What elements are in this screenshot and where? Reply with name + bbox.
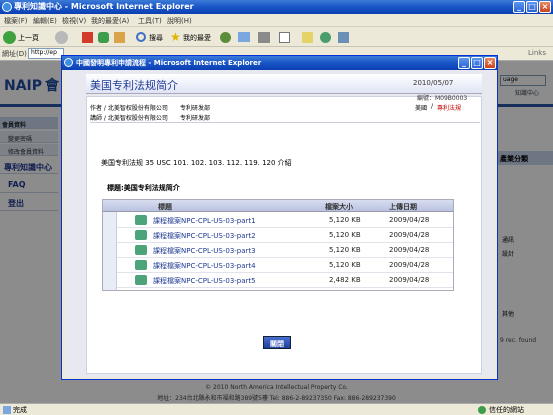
close-button-label: 關閉: [270, 340, 284, 348]
zone-text: 信任的網站: [489, 406, 524, 414]
refresh-icon[interactable]: [98, 32, 109, 43]
divider: [90, 122, 480, 123]
file-icon: [135, 260, 147, 270]
status-text: 完成: [13, 406, 27, 414]
table-left-gutter: [103, 212, 117, 290]
file-size: 5,120 KB: [329, 231, 361, 239]
status-bar: 完成 信任的網站: [0, 403, 553, 415]
links-label[interactable]: Links: [528, 49, 546, 57]
course-code-label: 編號：M09B0003: [417, 95, 468, 102]
popup-title: 中國發明專利申請流程 - Microsoft Internet Explorer: [76, 59, 262, 67]
course-title: 美国专利法规简介: [90, 79, 178, 92]
minimize-button[interactable]: _: [513, 1, 525, 13]
messenger-icon[interactable]: [320, 32, 331, 43]
file-size: 5,120 KB: [329, 261, 361, 269]
menu-bar: 檔案(F) 編輯(E) 檢視(V) 我的最愛(A) 工具(T) 說明(H): [0, 14, 553, 27]
print-icon[interactable]: [258, 32, 270, 43]
menu-help[interactable]: 說明(H): [167, 16, 192, 26]
file-table: 標題 檔案大小 上傳日期 課程檔案NPC-CPL-US-03-part1 5,1…: [102, 199, 454, 291]
discuss-icon[interactable]: [302, 32, 313, 43]
file-name[interactable]: 課程檔案NPC-CPL-US-03-part5: [153, 276, 256, 286]
file-date: 2009/04/28: [389, 276, 430, 284]
author-dept: 专利研发部: [180, 105, 211, 112]
address-input[interactable]: http://ep: [28, 48, 64, 59]
file-date: 2009/04/28: [389, 231, 430, 239]
category-link[interactable]: 專利法規: [437, 103, 461, 112]
file-name[interactable]: 課程檔案NPC-CPL-US-03-part4: [153, 261, 256, 271]
file-size: 2,482 KB: [329, 276, 361, 284]
file-icon: [135, 245, 147, 255]
author-label: 作者 / 北美智权股份有限公司: [90, 105, 168, 112]
file-name[interactable]: 課程檔案NPC-CPL-US-03-part3: [153, 246, 256, 256]
stop-icon[interactable]: [82, 32, 93, 43]
maximize-button[interactable]: □: [526, 1, 538, 13]
table-header: 標題 檔案大小 上傳日期: [103, 200, 453, 212]
close-button[interactable]: 關閉: [263, 336, 291, 349]
file-date: 2009/04/28: [389, 246, 430, 254]
table-row[interactable]: 課程檔案NPC-CPL-US-03-part1 5,120 KB 2009/04…: [117, 213, 453, 228]
table-title: 標題:美国专利法规简介: [107, 184, 180, 192]
home-icon[interactable]: [114, 32, 125, 43]
table-row[interactable]: 課程檔案NPC-CPL-US-03-part2 5,120 KB 2009/04…: [117, 228, 453, 243]
table-row[interactable]: 課程檔案NPC-CPL-US-03-part3 5,120 KB 2009/04…: [117, 243, 453, 258]
table-row[interactable]: 課程檔案NPC-CPL-US-03-part5 2,482 KB 2009/04…: [117, 273, 453, 288]
back-icon[interactable]: [3, 31, 16, 44]
file-name[interactable]: 課程檔案NPC-CPL-US-03-part1: [153, 216, 256, 226]
favorites-star-icon[interactable]: ★: [170, 30, 181, 44]
ie-icon: [64, 58, 73, 67]
popup-maximize-button[interactable]: □: [471, 57, 483, 69]
browser-toolbar: 上一頁 搜尋 ★ 我的最愛: [0, 27, 553, 47]
lecturer-dept: 专利研发部: [180, 115, 211, 122]
search-icon[interactable]: [136, 32, 146, 42]
file-icon: [135, 230, 147, 240]
browser-title: 專利知識中心 - Microsoft Internet Explorer: [14, 2, 194, 11]
favorites-label[interactable]: 我的最愛: [183, 33, 211, 43]
close-window-button[interactable]: ×: [539, 1, 551, 13]
file-size: 5,120 KB: [329, 246, 361, 254]
ie-icon: [2, 2, 12, 12]
file-icon: [135, 275, 147, 285]
mail-icon[interactable]: [238, 32, 250, 42]
edit-icon[interactable]: [279, 32, 290, 43]
search-label[interactable]: 搜尋: [149, 33, 163, 43]
col-header-title[interactable]: 標題: [158, 202, 172, 212]
menu-edit[interactable]: 編輯(E): [33, 16, 57, 26]
menu-tools[interactable]: 工具(T): [138, 16, 162, 26]
research-icon[interactable]: [338, 32, 349, 43]
table-row[interactable]: 課程檔案NPC-CPL-US-03-part4 5,120 KB 2009/04…: [117, 258, 453, 273]
lecturer-label: 講師 / 北美智权股份有限公司: [90, 115, 168, 122]
file-name[interactable]: 課程檔案NPC-CPL-US-03-part2: [153, 231, 256, 241]
file-size: 5,120 KB: [329, 216, 361, 224]
popup-title-bar: 中國發明專利申請流程 - Microsoft Internet Explorer…: [62, 56, 497, 70]
page-icon: [3, 406, 11, 414]
col-header-size[interactable]: 檔案大小: [325, 202, 353, 212]
file-date: 2009/04/28: [389, 216, 430, 224]
popup-window: 中國發明專利申請流程 - Microsoft Internet Explorer…: [61, 55, 498, 380]
history-icon[interactable]: [220, 32, 231, 43]
menu-file[interactable]: 檔案(F): [4, 16, 28, 26]
category-country: 美國: [415, 105, 428, 112]
category-sep: /: [431, 103, 434, 110]
table-rows: 課程檔案NPC-CPL-US-03-part1 5,120 KB 2009/04…: [117, 213, 453, 291]
course-date: 2010/05/07: [413, 79, 454, 87]
back-label[interactable]: 上一頁: [18, 33, 39, 43]
file-date: 2009/04/28: [389, 261, 430, 269]
popup-body: 美国专利法规简介 2010/05/07 編號：M09B0003 編號：M09B0…: [65, 70, 494, 377]
trusted-site-icon: [478, 406, 486, 414]
popup-minimize-button[interactable]: _: [458, 57, 470, 69]
browser-title-bar: 專利知識中心 - Microsoft Internet Explorer _ □…: [0, 0, 553, 14]
forward-icon[interactable]: [55, 31, 68, 44]
file-icon: [135, 215, 147, 225]
menu-view[interactable]: 檢視(V): [62, 16, 86, 26]
course-intro: 美国专利法规 35 USC 101. 102. 103. 112. 119. 1…: [101, 159, 292, 167]
address-label: 網址(D): [2, 50, 27, 58]
address-value: http://ep: [31, 49, 57, 56]
menu-favorites[interactable]: 我的最愛(A): [91, 16, 129, 26]
col-header-date[interactable]: 上傳日期: [389, 202, 417, 212]
popup-close-button[interactable]: ×: [484, 57, 496, 69]
